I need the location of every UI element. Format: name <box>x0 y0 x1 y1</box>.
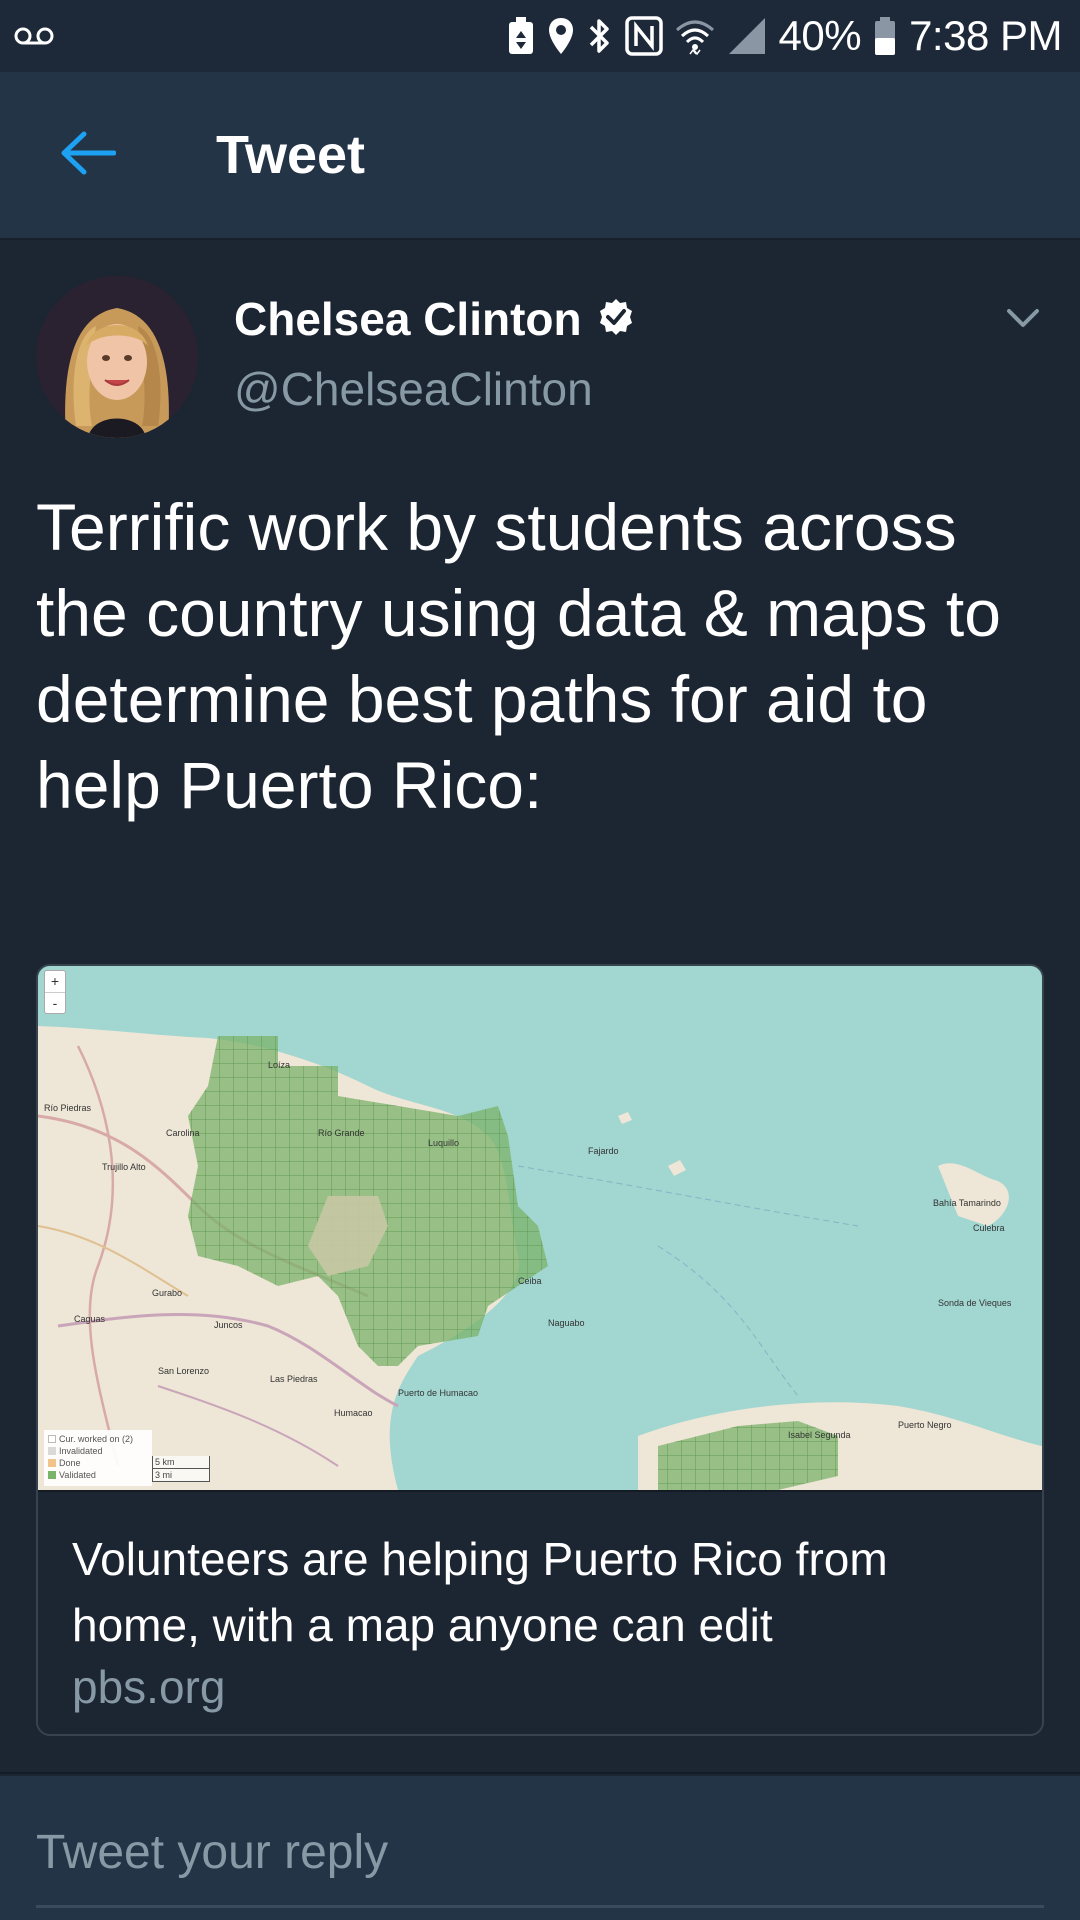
svg-text:Puerto Negro: Puerto Negro <box>898 1420 952 1430</box>
battery-saver-icon <box>507 16 535 56</box>
legend-item: Validated <box>59 1470 96 1480</box>
svg-text:Caguas: Caguas <box>74 1314 106 1324</box>
legend-item: Done <box>59 1458 81 1468</box>
author-name-row[interactable]: Chelsea Clinton <box>234 292 636 346</box>
map-zoom-out: - <box>45 992 65 1013</box>
bluetooth-icon <box>587 16 613 56</box>
scale-km: 5 km <box>152 1456 210 1469</box>
scale-mi: 3 mi <box>152 1469 210 1482</box>
svg-text:Fajardo: Fajardo <box>588 1146 619 1156</box>
svg-text:Luquillo: Luquillo <box>428 1138 459 1148</box>
svg-text:Bahía Tamarindo: Bahía Tamarindo <box>933 1198 1001 1208</box>
legend-item: Invalidated <box>59 1446 103 1456</box>
tweet-detail: Chelsea Clinton @ChelseaClinton Terrific… <box>0 240 1080 1774</box>
verified-badge-icon <box>596 297 636 342</box>
author-handle[interactable]: @ChelseaClinton <box>234 362 593 416</box>
app-bar: Tweet <box>0 72 1080 240</box>
svg-text:Sonda de Vieques: Sonda de Vieques <box>938 1298 1012 1308</box>
tweet-text: Terrific work by students across the cou… <box>36 490 1001 822</box>
svg-text:Ceiba: Ceiba <box>518 1276 542 1286</box>
voicemail-icon <box>14 24 54 48</box>
svg-text:Humacao: Humacao <box>334 1408 373 1418</box>
svg-text:Las Piedras: Las Piedras <box>270 1374 318 1384</box>
reply-bar <box>0 1776 1080 1920</box>
nfc-icon <box>624 16 663 56</box>
map-zoom-in: + <box>50 973 60 989</box>
card-title: Volunteers are helping Puerto Rico from … <box>72 1533 888 1651</box>
map-zoom-control: + - <box>44 970 66 1014</box>
status-bar: 40% 7:38 PM <box>0 0 1080 72</box>
location-icon <box>547 16 575 56</box>
svg-text:Culebra: Culebra <box>973 1223 1005 1233</box>
reply-input[interactable] <box>36 1818 1044 1908</box>
svg-text:Carolina: Carolina <box>166 1128 200 1138</box>
tweet-options-button[interactable] <box>996 300 1050 340</box>
svg-text:Trujillo Alto: Trujillo Alto <box>102 1162 146 1172</box>
svg-text:Loíza: Loíza <box>268 1060 290 1070</box>
map-scale: 5 km 3 mi <box>152 1456 212 1482</box>
svg-text:Gurabo: Gurabo <box>152 1288 182 1298</box>
battery-icon <box>873 16 897 56</box>
author-name: Chelsea Clinton <box>234 293 582 345</box>
svg-text:Naguabo: Naguabo <box>548 1318 585 1328</box>
wifi-icon <box>675 16 715 56</box>
back-arrow-icon <box>60 131 117 180</box>
svg-text:Isabel Segunda: Isabel Segunda <box>788 1430 851 1440</box>
battery-percent: 40% <box>778 12 862 59</box>
svg-text:Puerto de Humacao: Puerto de Humacao <box>398 1388 478 1398</box>
card-info: Volunteers are helping Puerto Rico from … <box>38 1490 1042 1734</box>
avatar[interactable] <box>36 276 198 438</box>
svg-text:San Lorenzo: San Lorenzo <box>158 1366 209 1376</box>
svg-text:Río Grande: Río Grande <box>318 1128 365 1138</box>
chevron-down-icon <box>1006 308 1040 333</box>
map-legend: Cur. worked on (2) Invalidated Done Vali… <box>44 1430 152 1486</box>
legend-item: Cur. worked on (2) <box>59 1434 134 1444</box>
link-card[interactable]: Río Piedras Carolina Trujillo Alto Gurab… <box>36 964 1044 1736</box>
page-title: Tweet <box>216 125 366 185</box>
svg-text:Juncos: Juncos <box>214 1320 243 1330</box>
svg-text:Río Piedras: Río Piedras <box>44 1103 92 1113</box>
card-map-image: Río Piedras Carolina Trujillo Alto Gurab… <box>38 966 1042 1490</box>
clock: 7:38 PM <box>909 12 1062 59</box>
card-domain: pbs.org <box>72 1661 226 1713</box>
cellular-signal-icon <box>727 16 767 56</box>
back-button[interactable] <box>40 107 136 203</box>
